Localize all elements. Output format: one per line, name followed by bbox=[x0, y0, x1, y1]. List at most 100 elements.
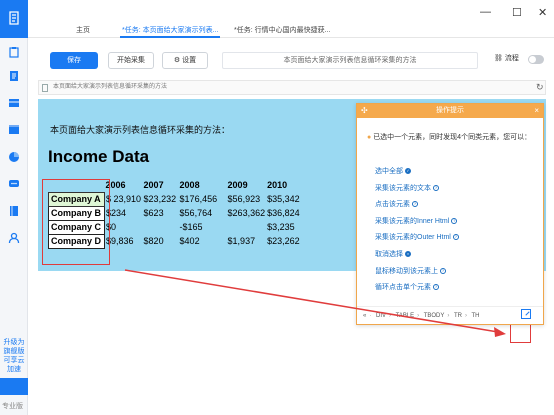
minimize-button[interactable]: — bbox=[480, 6, 491, 18]
app-logo bbox=[0, 0, 28, 38]
promo-bar[interactable] bbox=[0, 378, 28, 395]
value-cell[interactable] bbox=[143, 220, 179, 234]
value-cell[interactable]: $56,923 bbox=[227, 192, 267, 206]
value-cell[interactable]: $36,824 bbox=[266, 206, 304, 220]
link-label: 采集该元素的Inner Html bbox=[375, 217, 450, 225]
element-path: «· DIV › TABLE › TBODY › TR › TH bbox=[357, 306, 543, 324]
hint-header[interactable]: ✣ 操作提示 × bbox=[357, 104, 543, 118]
collect-text-link[interactable]: 采集该元素的文本? bbox=[375, 183, 459, 200]
click-element-link[interactable]: 点击该元素? bbox=[375, 199, 459, 216]
help-icon: ? bbox=[452, 234, 459, 241]
link-label: 循环点击单个元素 bbox=[375, 284, 431, 292]
year-header[interactable]: 2008 bbox=[179, 178, 227, 192]
value-cell[interactable]: $9,836 bbox=[105, 234, 143, 248]
tab-task-market[interactable]: *任务: 行情中心国内最快捷获... bbox=[234, 25, 330, 35]
value-cell[interactable]: $263,362 bbox=[227, 206, 267, 220]
cancel-selection-link[interactable]: 取消选择 × bbox=[375, 249, 459, 266]
chat-icon[interactable] bbox=[8, 178, 20, 190]
url-bar[interactable]: 本页面给大家演示列表信息循环采集的方法 bbox=[38, 80, 546, 95]
tab-task-list-demo[interactable]: *任务: 本页面给大家演示列表... bbox=[122, 25, 218, 35]
collect-inner-html-link[interactable]: 采集该元素的Inner Html? bbox=[375, 216, 459, 233]
value-cell[interactable]: $0 bbox=[105, 220, 143, 234]
path-node[interactable]: TR bbox=[454, 313, 462, 319]
flow-toggle-label: ⛓ 流程 bbox=[494, 53, 519, 63]
hint-message: ● 已选中一个元素，同时发现4个同类元素，您可以： bbox=[367, 132, 537, 143]
title-bar: 主页 *任务: 本页面给大家演示列表... *任务: 行情中心国内最快捷获...… bbox=[28, 0, 554, 38]
value-cell[interactable]: $23,262 bbox=[266, 234, 304, 248]
task-name-field[interactable]: 本页面给大家演示列表信息循环采集的方法 bbox=[222, 52, 478, 69]
info-icon: ● bbox=[367, 134, 372, 141]
value-cell[interactable]: $ 23,910 bbox=[105, 192, 143, 206]
user-icon[interactable] bbox=[8, 232, 20, 244]
loop-click-link[interactable]: 循环点击单个元素? bbox=[375, 282, 459, 299]
refresh-icon[interactable]: ↻ bbox=[536, 82, 544, 93]
toolbar: 保存 开始采集 ⚙ 设置 本页面给大家演示列表信息循环采集的方法 ⛓ 流程 bbox=[28, 44, 554, 76]
hint-actions: 选中全部 ✓ 采集该元素的文本? 点击该元素? 采集该元素的Inner Html?… bbox=[375, 166, 459, 299]
left-sidebar: 升级为旗舰版可享云加速 专业版 bbox=[0, 0, 28, 415]
path-node[interactable]: TH bbox=[472, 313, 480, 319]
clipboard-icon[interactable] bbox=[8, 46, 20, 58]
select-all-link[interactable]: 选中全部 ✓ bbox=[375, 166, 459, 183]
value-cell[interactable]: $35,342 bbox=[266, 192, 304, 206]
close-icon[interactable]: × bbox=[534, 104, 539, 118]
upgrade-promo[interactable]: 升级为旗舰版可享云加速 bbox=[2, 338, 26, 374]
path-node[interactable]: DIV bbox=[376, 313, 386, 319]
path-node[interactable]: TBODY bbox=[424, 313, 445, 319]
check-circle-icon: ✓ bbox=[405, 168, 411, 174]
hint-title: 操作提示 bbox=[436, 107, 464, 114]
value-cell[interactable]: $623 bbox=[143, 206, 179, 220]
move-icon[interactable]: ✣ bbox=[361, 104, 368, 118]
value-cell[interactable]: $234 bbox=[105, 206, 143, 220]
tab-home[interactable]: 主页 bbox=[76, 25, 90, 35]
expand-icon[interactable] bbox=[521, 309, 531, 319]
value-cell[interactable]: $820 bbox=[143, 234, 179, 248]
link-label: 取消选择 bbox=[375, 250, 403, 258]
year-header[interactable]: 2009 bbox=[227, 178, 267, 192]
value-cell[interactable]: $402 bbox=[179, 234, 227, 248]
operation-hint-panel: ✣ 操作提示 × ● 已选中一个元素，同时发现4个同类元素，您可以： 选中全部 ✓… bbox=[356, 103, 544, 325]
link-label: 点击该元素 bbox=[375, 201, 410, 209]
help-icon: ? bbox=[433, 184, 439, 191]
link-label: 选中全部 bbox=[375, 168, 403, 175]
pie-chart-icon[interactable] bbox=[8, 151, 20, 163]
edition-label: 专业版 bbox=[2, 403, 23, 410]
close-circle-icon: × bbox=[405, 250, 411, 257]
value-cell[interactable]: $176,456 bbox=[179, 192, 227, 206]
settings-button[interactable]: ⚙ 设置 bbox=[162, 52, 208, 69]
value-cell[interactable] bbox=[227, 220, 267, 234]
flow-toggle[interactable] bbox=[528, 55, 544, 64]
page-icon bbox=[42, 84, 48, 92]
gear-icon: ⚙ bbox=[173, 57, 181, 64]
help-icon: ? bbox=[451, 217, 458, 224]
list-doc-icon[interactable] bbox=[8, 70, 20, 82]
link-label: 采集该元素的文本 bbox=[375, 184, 431, 192]
value-cell[interactable]: $3,235 bbox=[266, 220, 304, 234]
book-icon[interactable] bbox=[8, 205, 20, 217]
value-cell[interactable]: -$165 bbox=[179, 220, 227, 234]
value-cell[interactable]: $56,764 bbox=[179, 206, 227, 220]
flow-icon: ⛓ bbox=[494, 55, 503, 62]
app-window: 升级为旗舰版可享云加速 专业版 主页 *任务: 本页面给大家演示列表... *任… bbox=[0, 0, 554, 415]
year-header[interactable]: 2006 bbox=[105, 178, 143, 192]
flow-label: 流程 bbox=[504, 55, 519, 62]
value-cell[interactable]: $23,232 bbox=[143, 192, 179, 206]
help-icon: ? bbox=[412, 201, 418, 208]
active-tab-indicator bbox=[120, 36, 220, 38]
start-collect-button[interactable]: 开始采集 bbox=[108, 52, 154, 69]
maximize-button[interactable]: ☐ bbox=[512, 6, 522, 19]
link-label: 采集该元素的Outer Html bbox=[375, 234, 451, 242]
data-icon[interactable] bbox=[8, 97, 20, 109]
close-button[interactable]: ✕ bbox=[538, 6, 547, 19]
year-header[interactable]: 2010 bbox=[266, 178, 304, 192]
collect-outer-html-link[interactable]: 采集该元素的Outer Html? bbox=[375, 232, 459, 249]
mouse-hover-link[interactable]: 鼠标移动到该元素上? bbox=[375, 266, 459, 283]
path-back[interactable]: « bbox=[363, 313, 366, 319]
path-node[interactable]: TABLE bbox=[396, 313, 415, 319]
value-cell[interactable]: $1,937 bbox=[227, 234, 267, 248]
help-icon: ? bbox=[433, 284, 439, 291]
store-icon[interactable] bbox=[8, 124, 20, 136]
help-icon: ? bbox=[440, 267, 446, 274]
save-button[interactable]: 保存 bbox=[50, 52, 98, 69]
page-heading: Income Data bbox=[48, 147, 150, 166]
year-header[interactable]: 2007 bbox=[143, 178, 179, 192]
